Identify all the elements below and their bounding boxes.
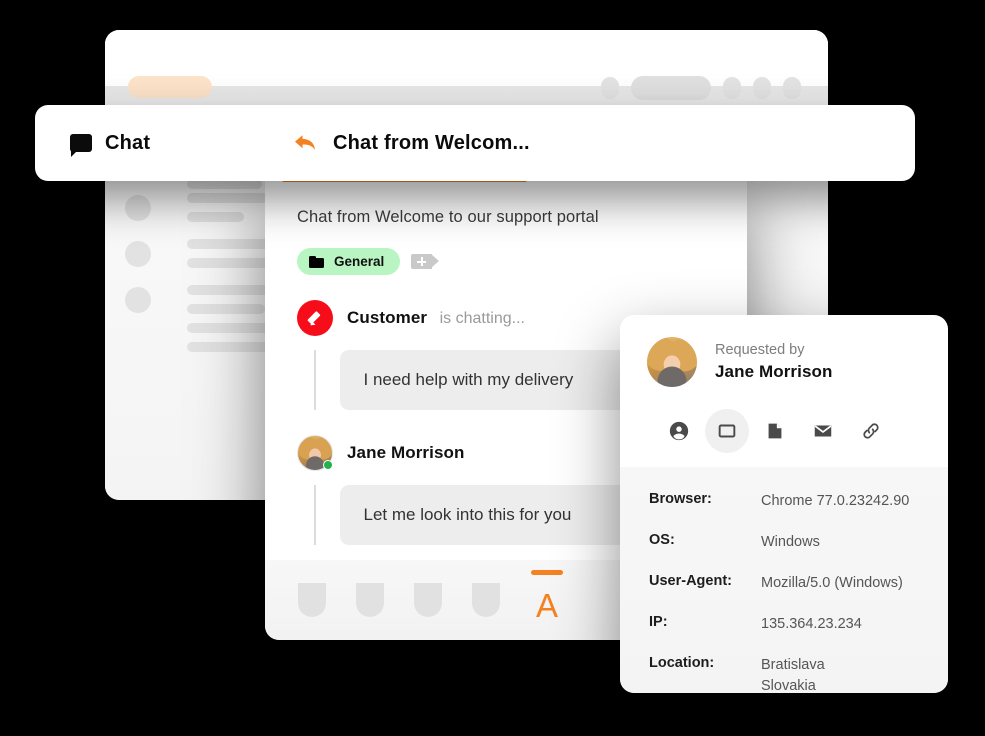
typing-status: is chatting... bbox=[439, 310, 525, 327]
detail-value: Bratislava Slovakia bbox=[761, 657, 825, 693]
url-bar-placeholder[interactable] bbox=[128, 76, 212, 98]
toolbar-placeholder-button[interactable] bbox=[356, 583, 384, 617]
info-panel-tabs bbox=[657, 409, 948, 453]
format-letter: A bbox=[535, 586, 558, 624]
text-format-button[interactable]: A bbox=[530, 560, 564, 640]
speech-bubble-icon bbox=[70, 134, 92, 157]
chrome-placeholder-dot[interactable] bbox=[601, 77, 619, 99]
detail-key: Location: bbox=[649, 655, 715, 672]
person-icon bbox=[669, 421, 689, 441]
requester-row: Requested by Jane Morrison bbox=[647, 337, 948, 387]
toolbar-placeholder-button[interactable] bbox=[414, 583, 442, 617]
detail-key: OS: bbox=[649, 532, 675, 549]
detail-row: IP: 135.364.23.234 bbox=[649, 614, 948, 635]
skeleton-avatar bbox=[125, 287, 151, 313]
avatar bbox=[647, 337, 697, 387]
chrome-placeholder-dot[interactable] bbox=[723, 77, 741, 99]
chrome-placeholder-dot[interactable] bbox=[753, 77, 771, 99]
link-icon-button[interactable] bbox=[849, 409, 893, 453]
browser-chrome-controls bbox=[601, 76, 801, 100]
format-active-indicator bbox=[531, 570, 563, 575]
add-tag-button[interactable] bbox=[411, 254, 440, 269]
browser-window-icon bbox=[718, 424, 736, 438]
detail-value: Chrome 77.0.23242.90 bbox=[761, 493, 910, 509]
detail-row: Browser: Chrome 77.0.23242.90 bbox=[649, 491, 948, 512]
detail-value: 135.364.23.234 bbox=[761, 616, 862, 633]
envelope-icon bbox=[814, 425, 832, 437]
chrome-placeholder-dot[interactable] bbox=[783, 77, 801, 99]
screenshot-stage: Chat from Welcome to our support portal … bbox=[0, 0, 985, 736]
tab-conversation-label: Chat from Welcom... bbox=[333, 131, 530, 154]
online-status-dot bbox=[323, 460, 333, 470]
requested-by-label: Requested by bbox=[715, 342, 805, 358]
detail-row: Location: Bratislava Slovakia bbox=[649, 655, 948, 693]
folder-icon bbox=[309, 255, 324, 268]
conversation-subject: Chat from Welcome to our support portal bbox=[297, 208, 599, 226]
toolbar-placeholder-button[interactable] bbox=[298, 583, 326, 617]
skeleton-avatar bbox=[125, 195, 151, 221]
plus-icon bbox=[417, 257, 427, 266]
pencil-icon bbox=[306, 309, 324, 327]
info-divider bbox=[620, 453, 948, 467]
browser-chrome bbox=[105, 30, 828, 100]
tag-label: General bbox=[334, 254, 385, 269]
detail-key: Browser: bbox=[649, 491, 712, 507]
avatar bbox=[297, 435, 333, 471]
message-sender: Customer bbox=[347, 308, 428, 327]
chrome-placeholder-bar[interactable] bbox=[631, 76, 711, 100]
detail-value: Windows bbox=[761, 534, 820, 551]
visitor-details-list: Browser: Chrome 77.0.23242.90 OS: Window… bbox=[620, 467, 948, 693]
person-icon-button[interactable] bbox=[657, 409, 701, 453]
file-icon-button[interactable] bbox=[753, 409, 797, 453]
avatar bbox=[297, 300, 333, 336]
visitor-info-panel: Requested by Jane Morrison Browser: Chro… bbox=[620, 315, 948, 693]
tag-row: General bbox=[297, 248, 747, 275]
skeleton-line bbox=[187, 304, 265, 314]
skeleton-avatar bbox=[125, 241, 151, 267]
info-panel-header: Requested by Jane Morrison bbox=[620, 315, 948, 453]
browser-window-icon-button[interactable] bbox=[705, 409, 749, 453]
thread-line bbox=[314, 485, 316, 545]
detail-key: IP: bbox=[649, 614, 668, 631]
envelope-icon-button[interactable] bbox=[801, 409, 845, 453]
skeleton-line bbox=[187, 212, 244, 222]
detail-value: Mozilla/5.0 (Windows) bbox=[761, 575, 903, 592]
detail-key: User-Agent: bbox=[649, 573, 732, 590]
tab-chat[interactable]: Chat bbox=[70, 131, 280, 157]
thread-line bbox=[314, 350, 316, 410]
tab-chat-label: Chat bbox=[105, 131, 151, 154]
tag-general[interactable]: General bbox=[297, 248, 401, 275]
detail-row: OS: Windows bbox=[649, 532, 948, 553]
detail-row: User-Agent: Mozilla/5.0 (Windows) bbox=[649, 573, 948, 594]
tab-bar: Chat Chat from Welcom... bbox=[35, 105, 915, 181]
toolbar-placeholder-button[interactable] bbox=[472, 583, 500, 617]
file-icon bbox=[768, 423, 782, 439]
reply-arrow-icon bbox=[293, 133, 317, 153]
message-sender: Jane Morrison bbox=[347, 443, 465, 462]
tab-conversation[interactable]: Chat from Welcom... bbox=[293, 132, 530, 155]
link-icon bbox=[863, 423, 879, 439]
requester-name: Jane Morrison bbox=[715, 362, 833, 381]
